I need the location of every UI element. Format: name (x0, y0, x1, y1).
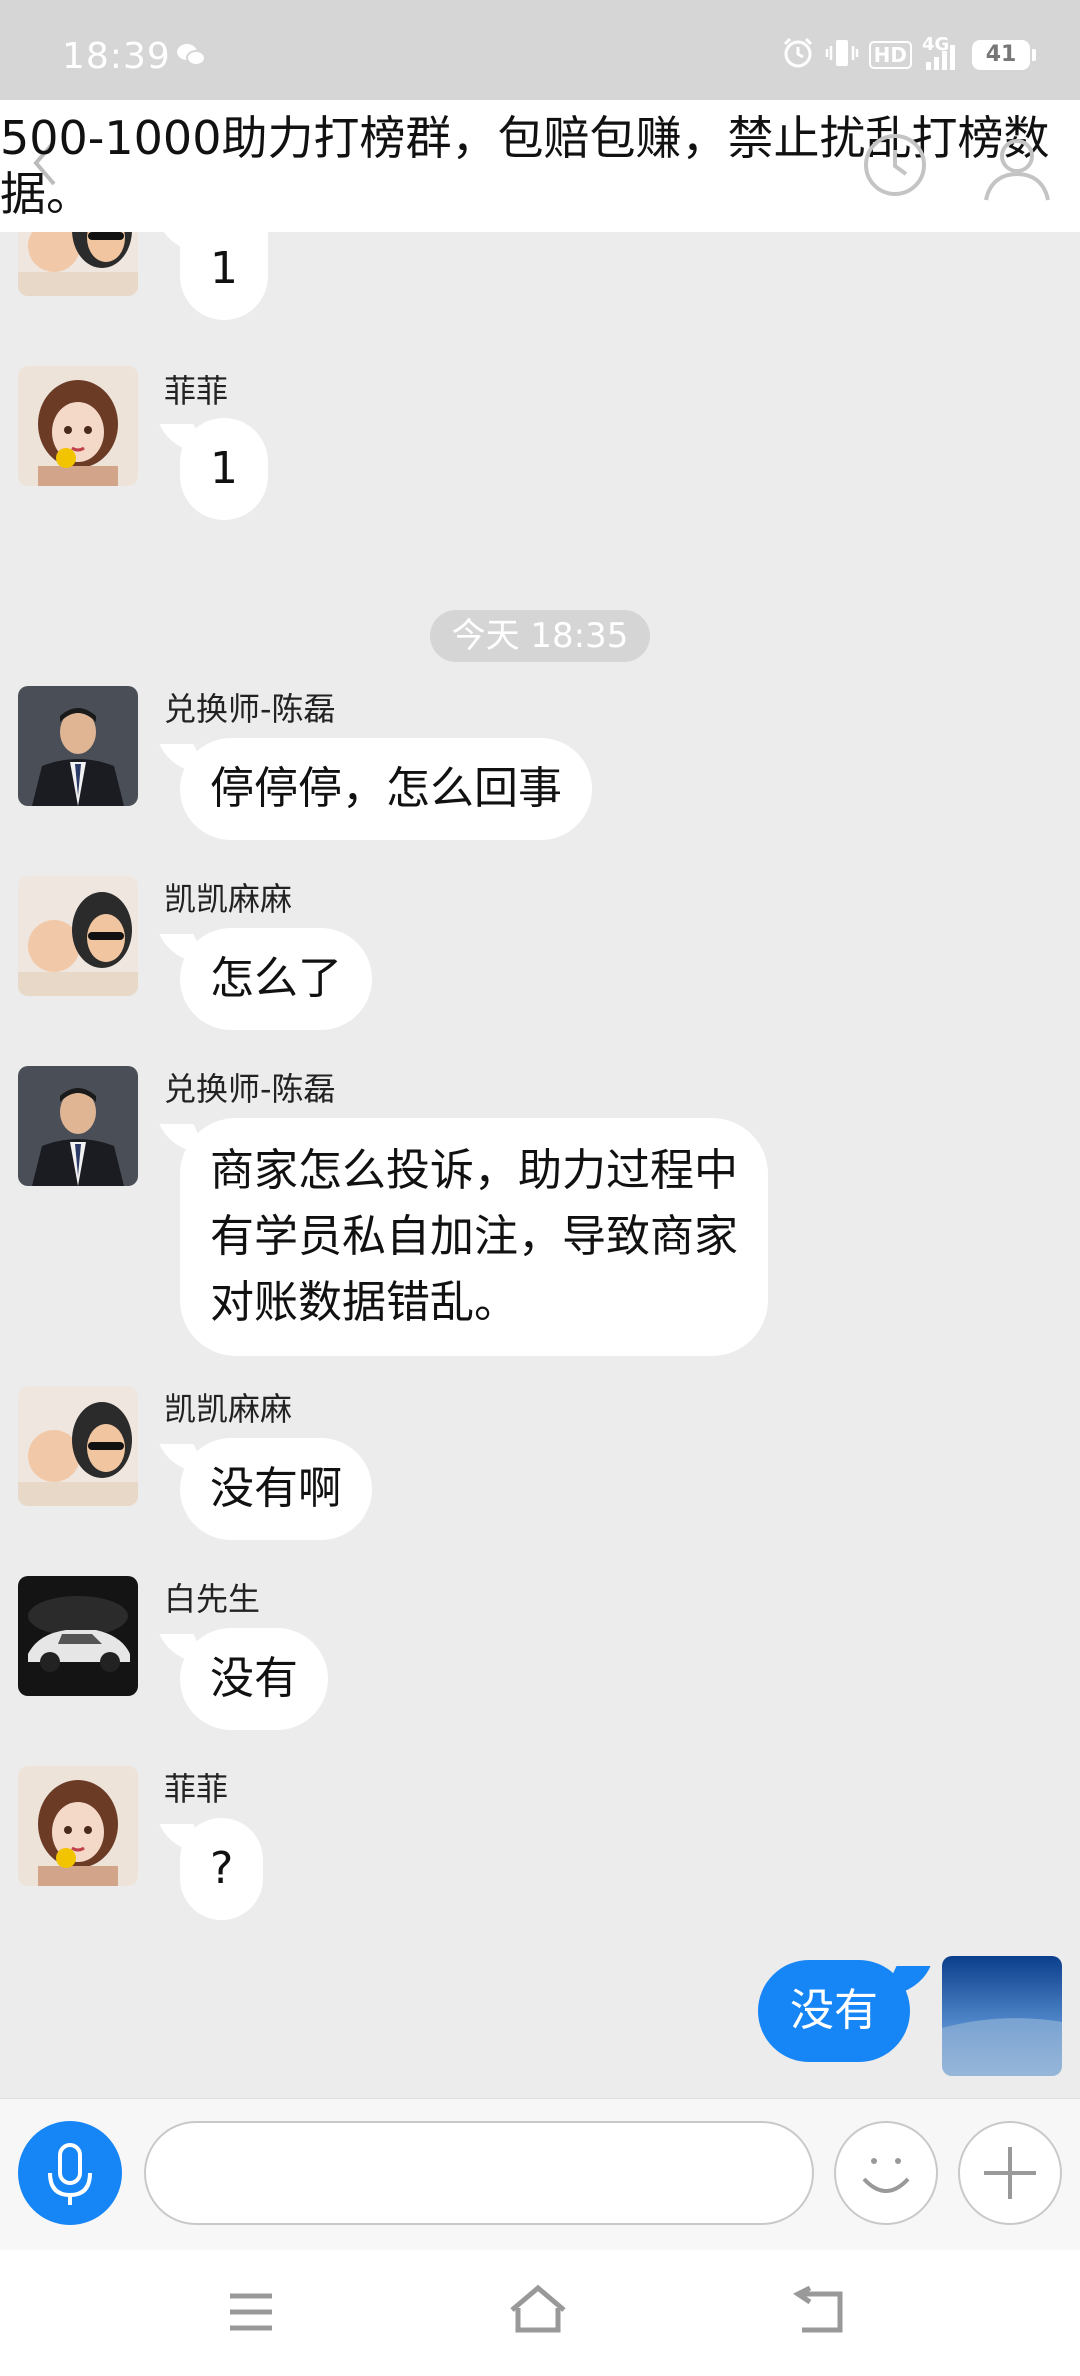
message-bubble[interactable]: 没有啊 (180, 1438, 372, 1540)
input-bar (0, 2098, 1080, 2250)
kaikai-avatar[interactable] (18, 876, 138, 996)
vibrate-icon (825, 36, 859, 74)
time-divider: 今天 18:35 (430, 610, 650, 662)
my-message-bubble[interactable]: 没有 (758, 1960, 910, 2062)
home-icon[interactable] (506, 2282, 570, 2342)
sender-name: 兑换师-陈磊 (164, 690, 336, 728)
message-bubble[interactable]: 怎么了 (180, 928, 372, 1030)
battery-indicator: 41 (972, 40, 1036, 70)
more-options-button[interactable] (958, 2121, 1062, 2225)
wechat-notification-icon (176, 42, 206, 72)
microphone-icon (48, 2143, 92, 2205)
signal-icon: 4G (922, 34, 962, 72)
sender-name: 凯凯麻麻 (164, 880, 293, 918)
plus-icon (984, 2147, 1036, 2199)
emoji-button[interactable] (834, 2121, 938, 2225)
message-line: 对账数据错乱。 (210, 1277, 518, 1328)
sender-name: 菲菲 (164, 372, 229, 410)
message-bubble[interactable]: 停停停，怎么回事 (180, 738, 592, 840)
feifei-avatar[interactable] (18, 366, 138, 486)
message-bubble[interactable]: ? (180, 1818, 264, 1920)
back-nav-icon[interactable] (790, 2285, 850, 2342)
sky-avatar[interactable] (942, 1956, 1062, 2076)
sender-name: 兑换师-陈磊 (164, 1070, 336, 1108)
message-bubble[interactable]: 1 (180, 418, 268, 520)
message-line: 有学员私自加注，导致商家 (210, 1211, 738, 1262)
car-avatar[interactable] (18, 1576, 138, 1696)
smiley-icon (862, 2158, 910, 2193)
message-input[interactable] (144, 2121, 814, 2225)
chat-header: 500-1000助力打榜群，包赔包赚，禁止扰乱打榜数据。 (0, 100, 1080, 232)
sender-name: 菲菲 (164, 1770, 229, 1808)
chenlei-avatar[interactable] (18, 1066, 138, 1186)
voice-input-button[interactable] (18, 2121, 122, 2225)
group-members-icon[interactable] (980, 130, 1054, 208)
hd-badge: HD (868, 41, 912, 69)
network-type: 4G (922, 34, 950, 55)
kaikai-avatar[interactable] (18, 1386, 138, 1506)
sender-name: 白先生 (164, 1580, 261, 1618)
chenlei-avatar[interactable] (18, 686, 138, 806)
sender-name: 凯凯麻麻 (164, 1390, 293, 1428)
alarm-icon (781, 36, 815, 74)
status-bar: 18:39 HD 4G 41 (0, 0, 1080, 100)
feifei-avatar[interactable] (18, 1766, 138, 1886)
history-icon[interactable] (860, 130, 930, 204)
status-time: 18:39 (62, 36, 171, 77)
message-line: 商家怎么投诉，助力过程中 (210, 1145, 738, 1196)
message-bubble[interactable]: 没有 (180, 1628, 328, 1730)
system-navigation-bar (0, 2250, 1080, 2376)
message-bubble[interactable]: 商家怎么投诉，助力过程中 有学员私自加注，导致商家 对账数据错乱。 (180, 1118, 768, 1356)
menu-icon[interactable] (226, 2290, 276, 2338)
message-bubble[interactable]: 1 (180, 218, 268, 320)
